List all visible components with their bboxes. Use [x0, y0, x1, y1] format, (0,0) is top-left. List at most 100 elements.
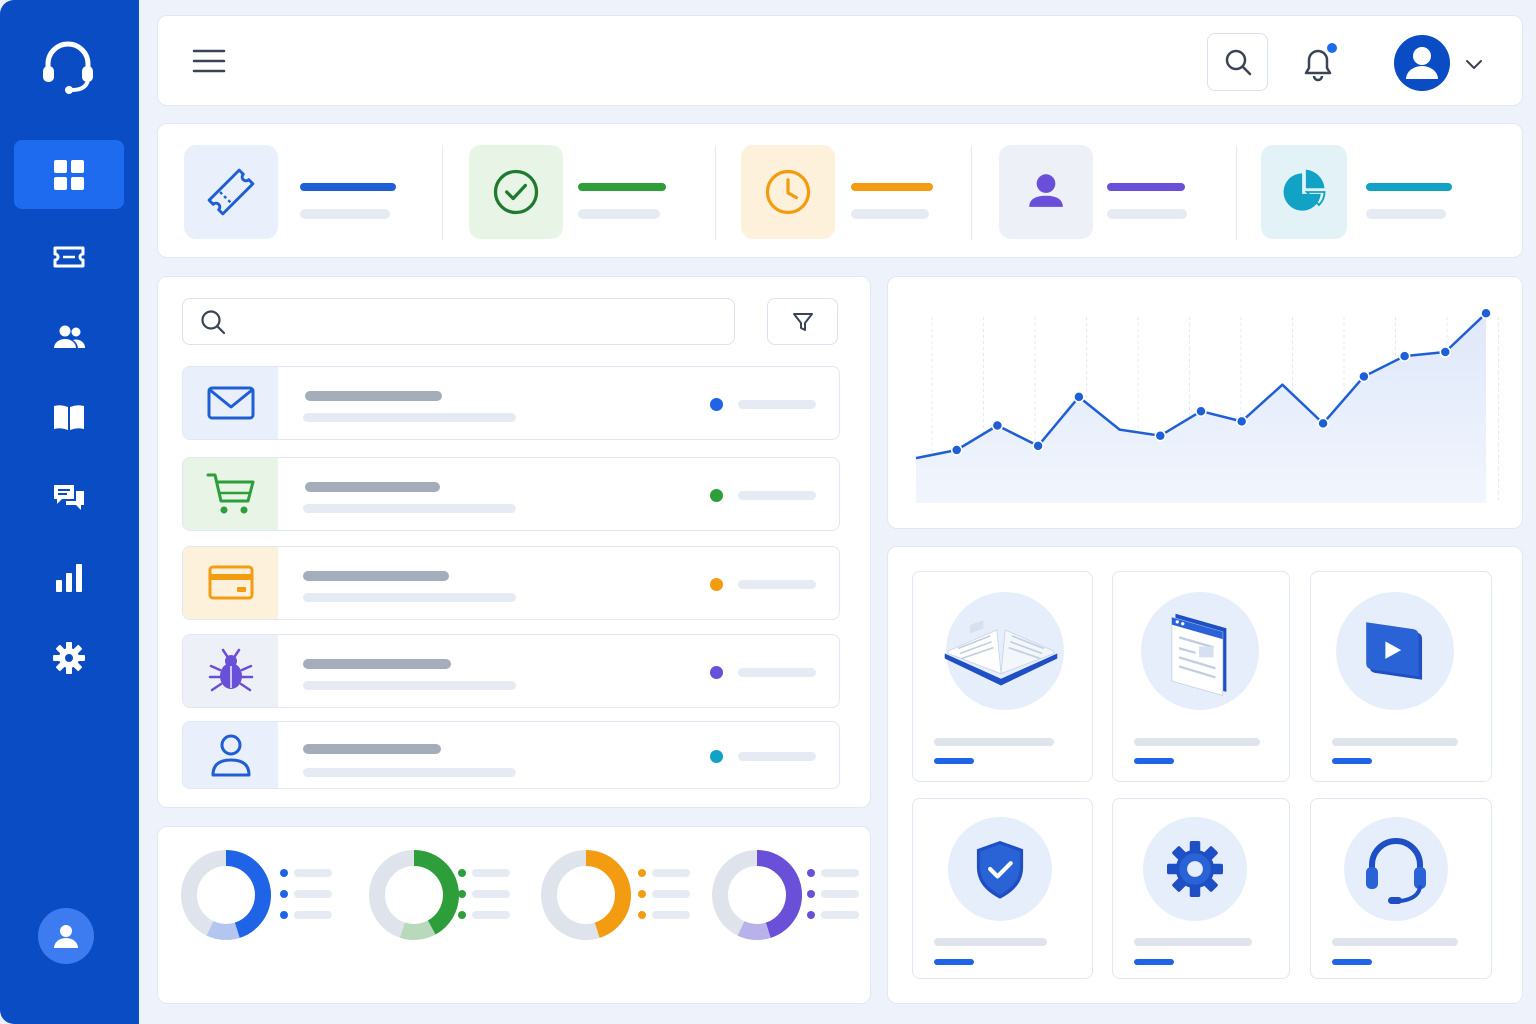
stat-value-bar [578, 183, 666, 191]
status-placeholder [738, 400, 816, 409]
support-headset-icon [1344, 817, 1448, 921]
chart-data-point[interactable] [1032, 440, 1044, 452]
chart-data-point[interactable] [1358, 370, 1370, 383]
legend-label-placeholder [821, 911, 859, 919]
mail-icon [183, 367, 278, 439]
sidebar-item-reports[interactable] [14, 543, 124, 612]
ticket-title-placeholder [303, 744, 441, 754]
stat-label-placeholder [578, 209, 660, 219]
hamburger-menu-icon[interactable] [190, 46, 230, 78]
chevron-down-icon[interactable] [1463, 53, 1485, 75]
legend-dot [638, 890, 646, 898]
resource-tile-articles[interactable] [1112, 571, 1290, 782]
donut-summary-panel [157, 826, 871, 1004]
users-icon [54, 325, 86, 348]
donut-chart-group[interactable] [711, 849, 881, 941]
legend-dot [638, 911, 646, 919]
check-circle-icon [469, 145, 563, 239]
ticket-row[interactable] [182, 546, 840, 620]
profile-avatar[interactable] [1393, 34, 1451, 92]
donut-chart-group[interactable] [368, 849, 538, 941]
search-field[interactable] [182, 298, 735, 345]
chart-data-point[interactable] [991, 419, 1004, 432]
notifications-button[interactable] [1296, 41, 1340, 85]
sidebar [0, 0, 139, 1024]
legend-dot [458, 869, 466, 877]
legend-label-placeholder [821, 890, 859, 898]
trend-chart-panel [887, 276, 1523, 529]
chart-data-point[interactable] [1398, 350, 1411, 362]
sidebar-item-tickets[interactable] [14, 222, 124, 291]
chart-data-point[interactable] [1195, 405, 1207, 417]
web-document-icon [1141, 592, 1259, 710]
stat-value-bar [1366, 183, 1452, 191]
legend-label-placeholder [652, 911, 690, 919]
legend-label-placeholder [821, 869, 859, 877]
notification-badge [1327, 43, 1337, 53]
resource-tile-support[interactable] [1310, 798, 1492, 979]
ticket-row[interactable] [182, 634, 840, 708]
chart-data-point[interactable] [1073, 391, 1085, 403]
donut-chart [541, 850, 631, 940]
resource-tile-configuration[interactable] [1112, 798, 1290, 979]
resource-tile-security[interactable] [912, 798, 1093, 979]
cart-icon [183, 458, 278, 530]
ticket-icon [184, 145, 278, 239]
knowledge-book-icon [54, 404, 84, 430]
chart-data-point[interactable] [950, 444, 963, 456]
resource-title-placeholder [934, 738, 1054, 746]
ticket-title-placeholder [305, 391, 442, 401]
filter-button[interactable] [767, 298, 838, 345]
resource-tile-videos[interactable] [1310, 571, 1492, 782]
resource-title-placeholder [1332, 938, 1458, 946]
sidebar-item-dashboard[interactable] [14, 140, 124, 209]
chart-data-point[interactable] [1317, 417, 1329, 430]
ticket-title-placeholder [305, 482, 440, 492]
resource-accent-bar [934, 758, 974, 764]
legend-label-placeholder [652, 890, 690, 898]
sidebar-item-settings[interactable] [14, 623, 124, 692]
sidebar-user-avatar[interactable] [38, 908, 94, 964]
stat-value-bar [851, 183, 933, 191]
donut-chart-group[interactable] [540, 849, 710, 941]
sidebar-item-knowledge-base[interactable] [14, 382, 124, 451]
ticket-row[interactable] [182, 366, 840, 440]
ticket-subtitle-placeholder [303, 593, 516, 602]
pie-chart-icon [1261, 145, 1347, 239]
divider [442, 146, 443, 240]
resource-tile-guides[interactable] [912, 571, 1093, 782]
status-placeholder [738, 491, 816, 500]
stat-label-placeholder [1366, 209, 1446, 219]
chart-data-point[interactable] [1480, 307, 1492, 320]
chart-data-point[interactable] [1154, 429, 1167, 442]
chart-data-point[interactable] [1439, 346, 1452, 358]
chart-data-point[interactable] [1235, 415, 1248, 428]
headset-icon[interactable] [38, 36, 98, 96]
donut-chart-group[interactable] [180, 849, 350, 941]
status-dot [710, 666, 723, 679]
stat-label-placeholder [300, 209, 390, 219]
stat-label-placeholder [1107, 209, 1187, 219]
ticket-icon [53, 246, 85, 267]
open-book-icon [944, 592, 1064, 710]
donut-chart [369, 850, 459, 940]
ticket-row[interactable] [182, 457, 840, 531]
trend-area-chart [915, 307, 1499, 503]
status-placeholder [738, 668, 816, 677]
user-avatar-icon [54, 925, 78, 948]
search-input[interactable] [239, 312, 734, 331]
resources-panel [887, 546, 1523, 1004]
legend-dot [280, 869, 288, 877]
sidebar-item-chat[interactable] [14, 462, 124, 531]
donut-chart [712, 850, 802, 940]
sidebar-item-users[interactable] [14, 302, 124, 371]
legend-label-placeholder [472, 911, 510, 919]
ticket-row[interactable] [182, 721, 840, 789]
user-outline-icon [183, 722, 278, 788]
search-button[interactable] [1207, 33, 1268, 91]
legend-dot [458, 890, 466, 898]
resource-title-placeholder [1134, 738, 1260, 746]
status-dot [710, 489, 723, 502]
resource-accent-bar [1332, 959, 1372, 965]
divider [971, 146, 972, 240]
